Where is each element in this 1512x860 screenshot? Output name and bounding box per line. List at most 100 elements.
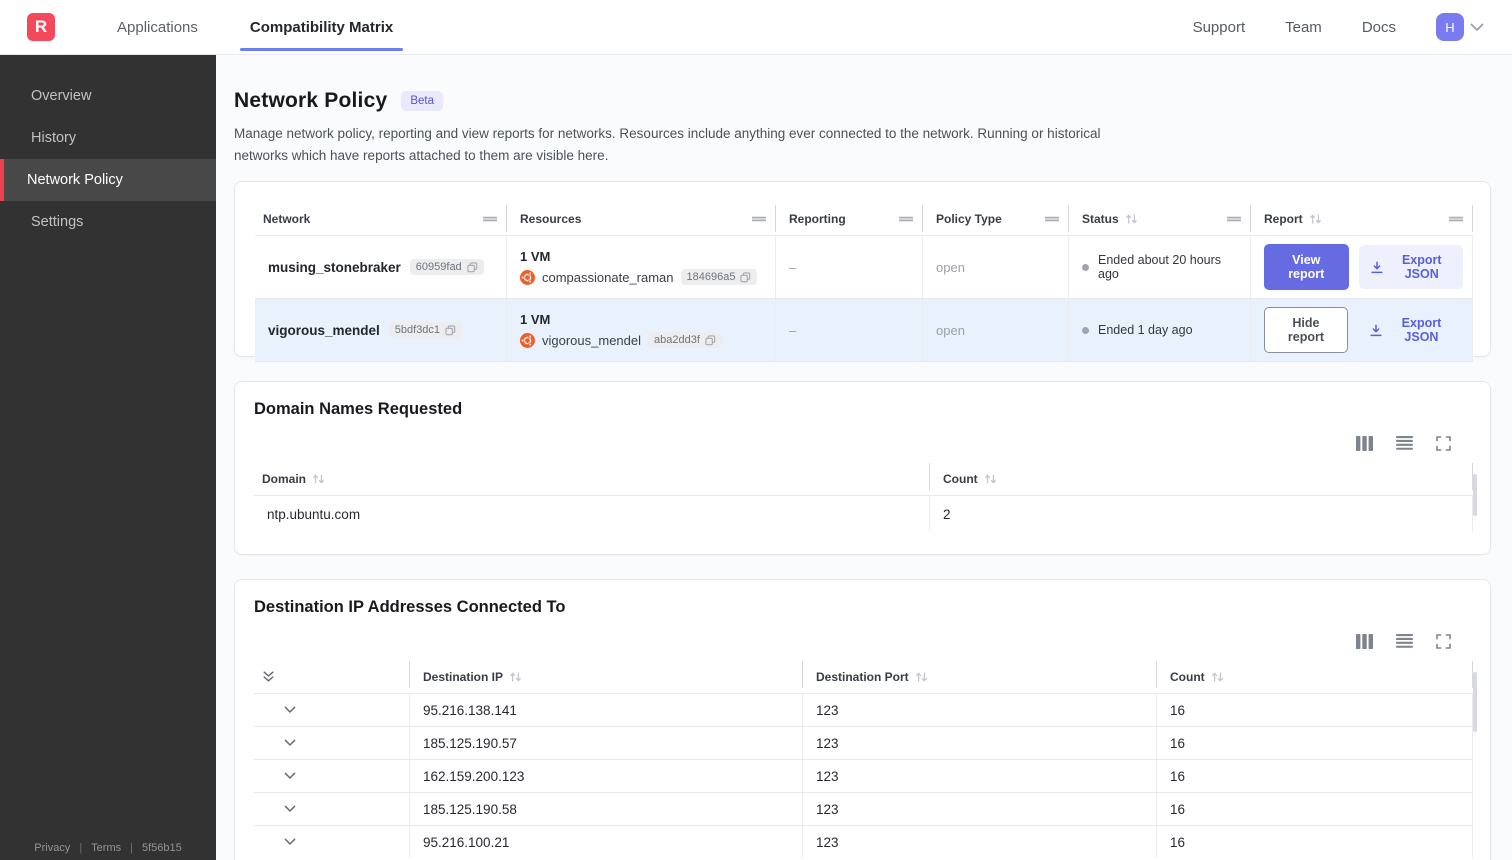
sort-icon[interactable]: [984, 473, 997, 485]
chevron-down-icon[interactable]: [284, 739, 296, 747]
column-resize-handle[interactable]: [898, 215, 914, 223]
column-resize-handle[interactable]: [751, 215, 767, 223]
rows-icon[interactable]: [1396, 436, 1413, 450]
row-expander[interactable]: [254, 826, 410, 859]
resource-id-badge[interactable]: 184696a5: [680, 269, 758, 286]
sidebar-item-settings[interactable]: Settings: [0, 201, 216, 243]
destination-ip-value: 95.216.138.141: [410, 694, 803, 727]
rows-icon[interactable]: [1396, 634, 1413, 648]
sort-icon[interactable]: [1125, 213, 1138, 225]
beta-badge: Beta: [401, 91, 444, 111]
sort-icon[interactable]: [1309, 213, 1322, 225]
report-toggle-button[interactable]: Hide report: [1264, 307, 1348, 354]
destination-table-row[interactable]: 95.216.100.21 123 16: [254, 825, 1473, 859]
column-header[interactable]: Destination Port: [803, 660, 1157, 693]
user-menu[interactable]: H: [1436, 13, 1484, 41]
count-value: 16: [1157, 760, 1473, 793]
sidebar-item-network-policy[interactable]: Network Policy: [0, 159, 216, 201]
row-expander[interactable]: [254, 760, 410, 793]
chevron-down-icon[interactable]: [284, 772, 296, 780]
column-resize-handle[interactable]: [1448, 215, 1464, 223]
network-table-row[interactable]: vigorous_mendel 5bdf3dc1 1 VM vigorous_m…: [255, 298, 1473, 363]
resource-id: 184696a5: [686, 271, 736, 284]
destination-table-row[interactable]: 185.125.190.58 123 16: [254, 792, 1473, 826]
domain-table-row[interactable]: ntp.ubuntu.com 2: [254, 495, 1473, 533]
network-id-badge[interactable]: 5bdf3dc1: [388, 322, 463, 339]
destination-table-row[interactable]: 185.125.190.57 123 16: [254, 726, 1473, 760]
column-header[interactable]: Reporting: [776, 202, 923, 235]
sidebar-item-history[interactable]: History: [0, 117, 216, 159]
export-json-label: Export JSON: [1401, 253, 1442, 282]
build-version: 5f56b15: [141, 842, 182, 854]
row-expander[interactable]: [254, 727, 410, 760]
export-json-button[interactable]: Export JSON: [1358, 308, 1463, 352]
domain-names-card: Domain Names Requested Domain Count ntp.…: [234, 381, 1491, 556]
destination-table-row[interactable]: 95.216.138.141 123 16: [254, 693, 1473, 727]
column-header[interactable]: Count: [930, 462, 1473, 495]
column-resize-handle[interactable]: [1044, 215, 1060, 223]
destination-ip-value: 185.125.190.58: [410, 793, 803, 826]
column-header[interactable]: Domain: [254, 462, 930, 495]
domain-value: ntp.ubuntu.com: [254, 496, 930, 533]
column-label: Destination IP: [423, 669, 504, 684]
sort-icon[interactable]: [915, 671, 928, 683]
nav-link-docs[interactable]: Docs: [1362, 19, 1396, 36]
chevron-down-icon: [1470, 23, 1484, 32]
fullscreen-icon[interactable]: [1436, 435, 1451, 451]
resource-id-badge[interactable]: aba2dd3f: [648, 332, 722, 349]
scrollbar-thumb[interactable]: [1473, 474, 1477, 517]
policy-type-value: open: [923, 236, 1069, 299]
network-table-row[interactable]: musing_stonebraker 60959fad 1 VM compass…: [255, 235, 1473, 299]
destination-table-row[interactable]: 162.159.200.123 123 16: [254, 759, 1473, 793]
sort-icon[interactable]: [312, 473, 325, 485]
column-header[interactable]: Network: [255, 202, 507, 235]
copy-icon[interactable]: [740, 272, 751, 283]
column-label: Domain: [262, 471, 307, 486]
sort-icon[interactable]: [509, 671, 522, 683]
columns-icon[interactable]: [1356, 435, 1373, 451]
fullscreen-icon[interactable]: [1436, 633, 1451, 649]
column-header[interactable]: Status: [1069, 202, 1251, 235]
column-header[interactable]: Policy Type: [923, 202, 1069, 235]
column-header[interactable]: Resources: [507, 202, 776, 235]
nav-link-support[interactable]: Support: [1193, 19, 1246, 36]
row-expander[interactable]: [254, 793, 410, 826]
column-label: Policy Type: [936, 211, 1002, 226]
column-header[interactable]: Report: [1251, 202, 1473, 235]
expand-all-header[interactable]: [254, 660, 410, 693]
chevron-down-icon[interactable]: [284, 838, 296, 846]
row-expander[interactable]: [254, 694, 410, 727]
chevron-down-icon[interactable]: [284, 805, 296, 813]
destination-card-toolbar: [254, 633, 1473, 649]
nav-link-team[interactable]: Team: [1285, 19, 1322, 36]
reporting-value: –: [776, 299, 923, 362]
column-resize-handle[interactable]: [1226, 215, 1242, 223]
column-label: Status: [1082, 211, 1119, 226]
app-logo[interactable]: R: [27, 13, 55, 41]
scrollbar-thumb[interactable]: [1473, 672, 1477, 733]
copy-icon[interactable]: [445, 325, 456, 336]
copy-icon[interactable]: [705, 335, 716, 346]
double-chevron-down-icon[interactable]: [262, 670, 275, 683]
copy-icon[interactable]: [467, 262, 478, 273]
sidebar-item-overview[interactable]: Overview: [0, 75, 216, 117]
sort-icon[interactable]: [1211, 671, 1224, 683]
tab-compatibility-matrix[interactable]: Compatibility Matrix: [224, 0, 419, 54]
destination-ip-value: 162.159.200.123: [410, 760, 803, 793]
columns-icon[interactable]: [1356, 633, 1373, 649]
resource-name: vigorous_mendel: [542, 332, 642, 348]
status-text: Ended about 20 hours ago: [1098, 253, 1222, 282]
export-json-button[interactable]: Export JSON: [1358, 245, 1463, 290]
main-content: Network Policy Beta Manage network polic…: [216, 55, 1512, 860]
column-header[interactable]: Destination IP: [410, 660, 803, 693]
column-resize-handle[interactable]: [482, 215, 498, 223]
report-toggle-button[interactable]: View report: [1264, 244, 1349, 291]
chevron-down-icon[interactable]: [284, 706, 296, 714]
terms-link[interactable]: Terms: [91, 842, 121, 854]
tab-applications[interactable]: Applications: [91, 0, 224, 54]
network-name: vigorous_mendel: [268, 322, 380, 338]
column-header[interactable]: Count: [1157, 660, 1473, 693]
network-id-badge[interactable]: 60959fad: [409, 259, 484, 276]
avatar[interactable]: H: [1436, 13, 1464, 41]
privacy-link[interactable]: Privacy: [34, 842, 70, 854]
